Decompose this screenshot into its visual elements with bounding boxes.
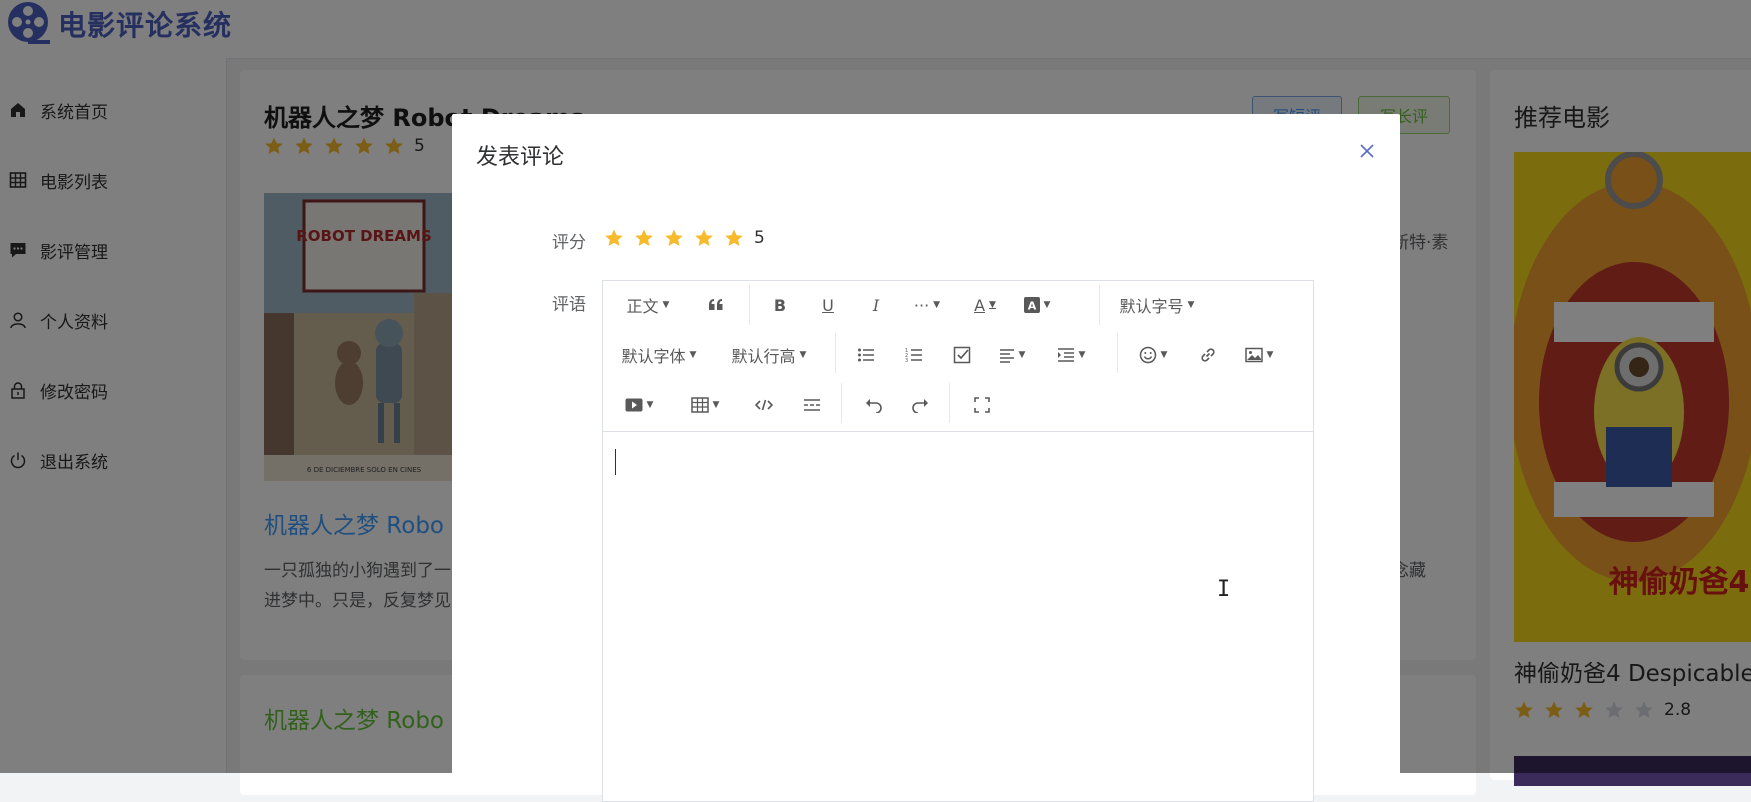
blockquote-icon[interactable] (701, 289, 731, 321)
font-size-label: 默认字号 (1119, 297, 1184, 316)
caret-down-icon: ▼ (662, 300, 670, 310)
video-icon[interactable]: ▼ (619, 389, 659, 421)
font-color-icon[interactable]: A ▼ (967, 289, 1003, 321)
dialog-title: 发表评论 (476, 145, 565, 170)
toolbar-divider (1099, 285, 1100, 325)
score-label: 评分 (552, 233, 586, 253)
caret-down-icon: ▼ (1187, 300, 1195, 310)
review-dialog: 发表评论 评分 5 评语 正文 ▼ B U I ··· ▼ A ▼ A ▼ 默认… (452, 114, 1400, 802)
code-icon[interactable] (749, 389, 779, 421)
font-family-select[interactable]: 默认字体 ▼ (617, 339, 701, 371)
image-icon[interactable]: ▼ (1239, 339, 1279, 371)
toolbar-divider (841, 383, 842, 423)
toolbar-divider (949, 383, 950, 423)
more-label: ··· (913, 295, 930, 315)
indent-icon[interactable]: ▼ (1051, 339, 1091, 371)
background-color-icon[interactable]: A ▼ (1017, 289, 1057, 321)
toolbar-divider (749, 285, 750, 325)
editor-content-area[interactable] (603, 432, 1313, 801)
caret-down-icon: ▼ (712, 400, 720, 410)
font-size-select[interactable]: 默认字号 ▼ (1115, 289, 1199, 321)
svg-text:3: 3 (905, 358, 908, 364)
score-input[interactable]: 5 (604, 228, 765, 248)
caret-down-icon: ▼ (689, 350, 697, 360)
todo-checkbox-icon[interactable] (947, 339, 977, 371)
caret-down-icon: ▼ (1043, 300, 1051, 310)
divider-line-icon[interactable] (797, 389, 827, 421)
toolbar-divider (835, 333, 836, 373)
italic-icon[interactable]: I (861, 289, 891, 321)
caret-down-icon: ▼ (1266, 350, 1274, 360)
font-family-label: 默认字体 (621, 347, 686, 366)
line-height-label: 默认行高 (731, 347, 796, 366)
undo-icon[interactable] (859, 389, 889, 421)
star-icon[interactable] (634, 228, 654, 248)
caret-down-icon: ▼ (1160, 350, 1168, 360)
svg-text:A: A (1027, 300, 1036, 313)
editor-toolbar: 正文 ▼ B U I ··· ▼ A ▼ A ▼ 默认字号 ▼ 默认字体 ▼ 默认行高 ▼ (603, 281, 1313, 432)
star-rating[interactable] (604, 228, 754, 248)
caret-down-icon: ▼ (646, 400, 654, 410)
caret-down-icon: ▼ (933, 300, 941, 310)
star-icon[interactable] (724, 228, 744, 248)
app-root: 电影评论系统 系统首页 电影列表 影评管理 个人资料 (0, 0, 1751, 802)
underline-icon[interactable]: U (813, 289, 843, 321)
rating-value: 5 (754, 228, 765, 248)
star-icon[interactable] (664, 228, 684, 248)
fullscreen-icon[interactable] (967, 389, 997, 421)
line-height-select[interactable]: 默认行高 ▼ (727, 339, 811, 371)
star-icon[interactable] (694, 228, 714, 248)
justify-icon[interactable]: ▼ (993, 339, 1031, 371)
bold-icon[interactable]: B (765, 289, 795, 321)
link-icon[interactable] (1193, 339, 1223, 371)
toolbar-divider (1117, 333, 1118, 373)
caret-down-icon: ▼ (1078, 350, 1086, 360)
close-icon[interactable] (1356, 140, 1378, 162)
more-style-icon[interactable]: ··· ▼ (907, 289, 947, 321)
ibeam-cursor-icon: I (1217, 577, 1231, 602)
paragraph-select[interactable]: 正文 ▼ (619, 289, 677, 321)
bullet-list-icon[interactable] (851, 339, 881, 371)
redo-icon[interactable] (905, 389, 935, 421)
caret-down-icon: ▼ (989, 300, 996, 310)
paragraph-label: 正文 (626, 297, 659, 316)
star-icon[interactable] (604, 228, 624, 248)
emoji-icon[interactable]: ▼ (1133, 339, 1173, 371)
caret-down-icon: ▼ (1018, 350, 1026, 360)
rich-text-editor: 正文 ▼ B U I ··· ▼ A ▼ A ▼ 默认字号 ▼ 默认字体 ▼ 默认行高 ▼ (602, 280, 1314, 802)
comment-label: 评语 (552, 295, 586, 315)
numbered-list-icon[interactable]: 123 (899, 339, 929, 371)
caret-down-icon: ▼ (799, 350, 807, 360)
table-icon[interactable]: ▼ (685, 389, 725, 421)
